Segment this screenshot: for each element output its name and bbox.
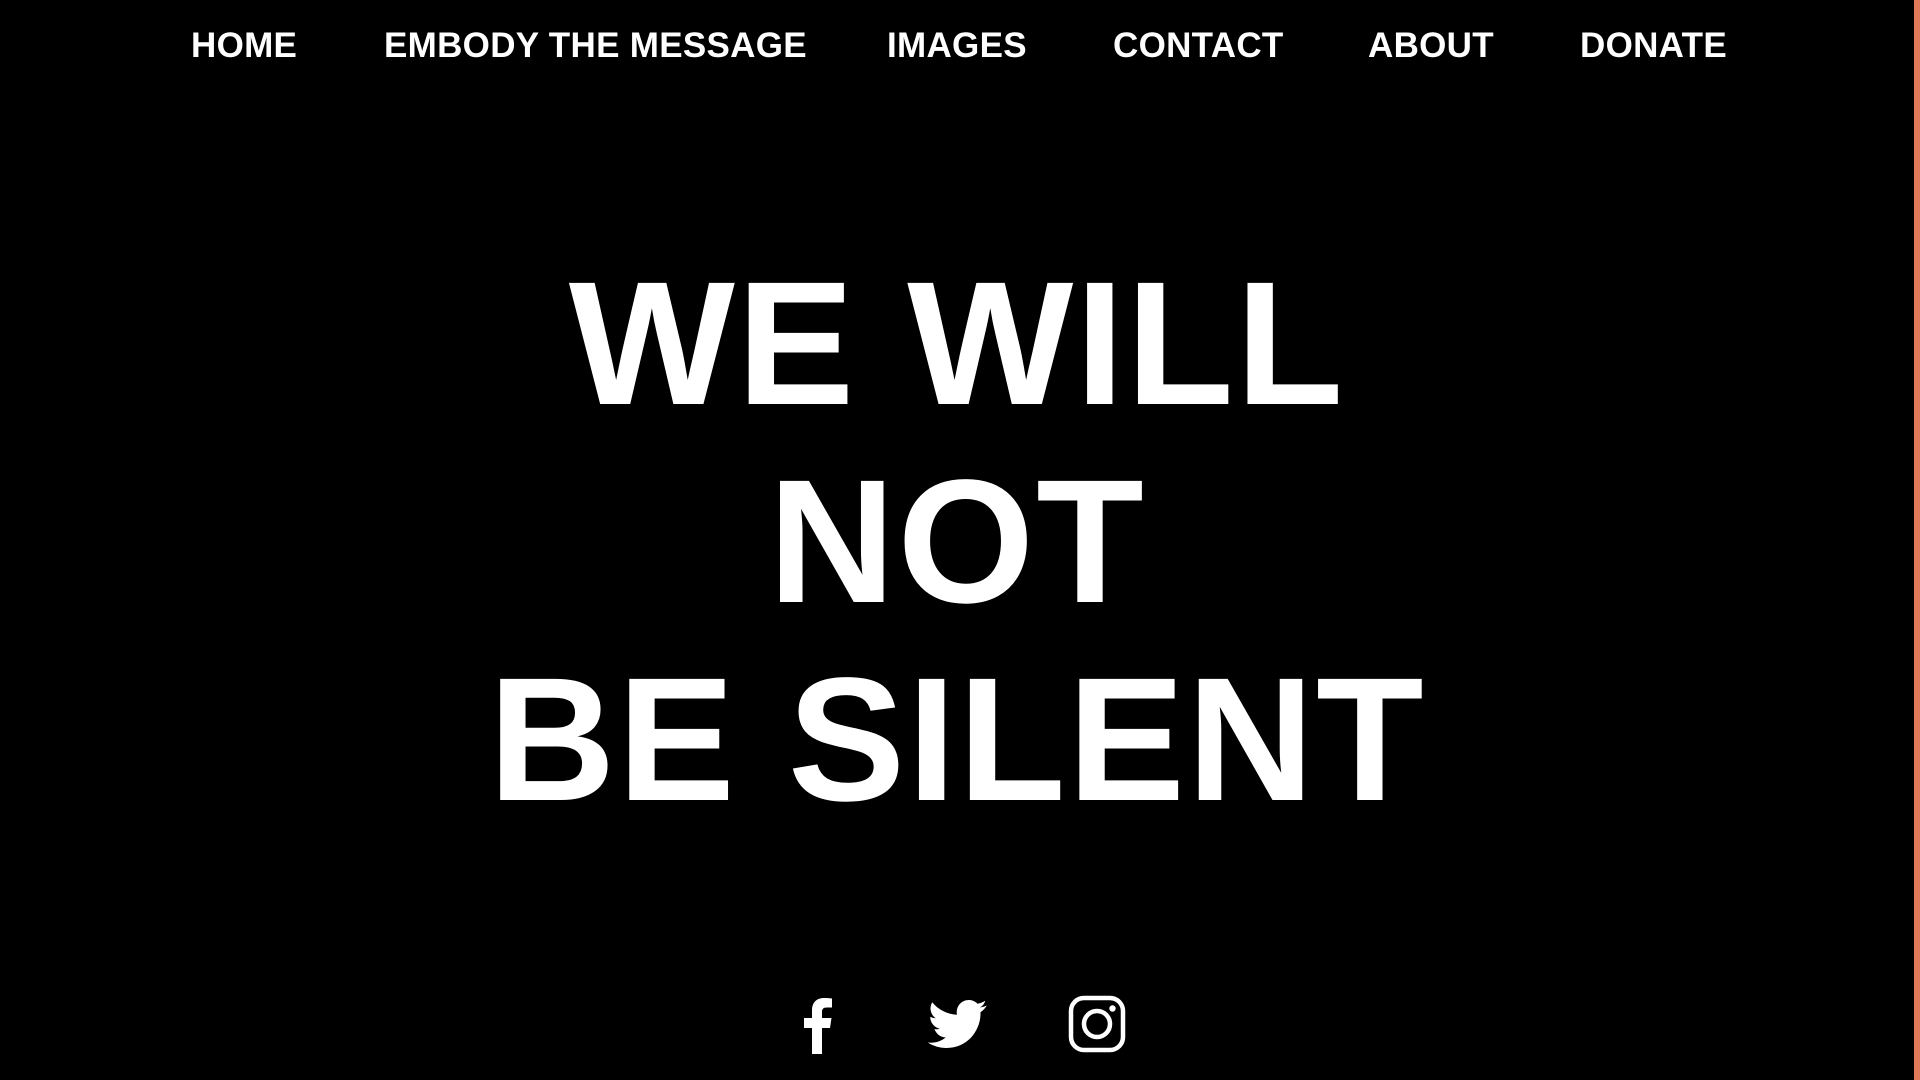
twitter-icon[interactable] xyxy=(927,994,988,1054)
nav-item-contact[interactable]: CONTACT xyxy=(1113,24,1284,68)
hero-line-1: WE WILL xyxy=(568,246,1346,442)
social-links xyxy=(0,994,1914,1060)
nav-item-images[interactable]: IMAGES xyxy=(887,24,1027,68)
main-nav: HOME EMBODY THE MESSAGE IMAGES CONTACT A… xyxy=(0,0,1914,92)
nav-item-donate[interactable]: DONATE xyxy=(1580,24,1727,68)
nav-item-about[interactable]: ABOUT xyxy=(1368,24,1494,68)
hero-line-3: BE SILENT xyxy=(488,642,1426,838)
nav-item-embody-the-message[interactable]: EMBODY THE MESSAGE xyxy=(384,24,807,68)
instagram-icon[interactable] xyxy=(1067,994,1127,1054)
nav-item-home[interactable]: HOME xyxy=(191,24,297,68)
page: HOME EMBODY THE MESSAGE IMAGES CONTACT A… xyxy=(0,0,1914,1080)
hero-heading: WE WILL NOT BE SILENT xyxy=(0,245,1914,839)
window-edge-strip xyxy=(1914,0,1920,1080)
facebook-icon[interactable] xyxy=(788,994,848,1054)
hero-line-2: NOT xyxy=(768,444,1146,640)
